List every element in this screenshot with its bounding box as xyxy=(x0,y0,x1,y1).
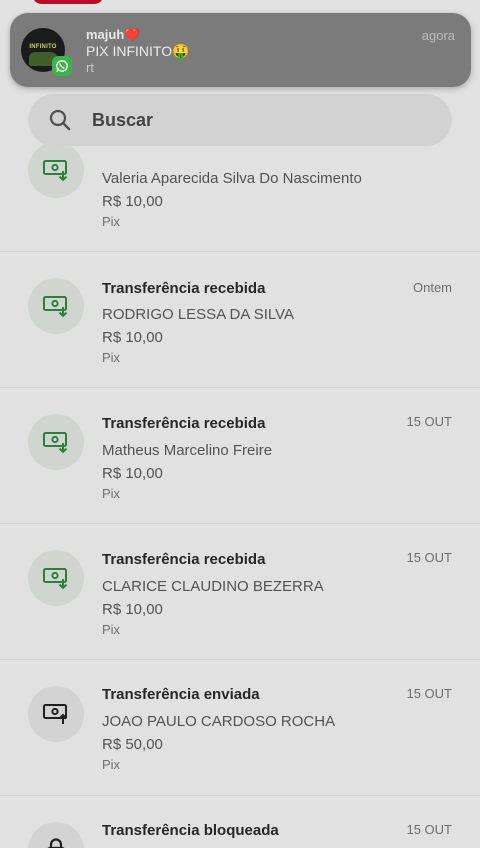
transaction-method: Pix xyxy=(102,350,121,365)
money-received-icon xyxy=(43,160,68,182)
avatar-logo-text: INFINITO xyxy=(29,44,57,50)
transaction-item[interactable]: Transferência bloqueada 15 OUT xyxy=(0,796,480,848)
transaction-amount: R$ 10,00 xyxy=(102,465,163,482)
transaction-method: Pix xyxy=(102,622,121,637)
transaction-date: 15 OUT xyxy=(406,822,452,837)
transaction-name: Valeria Aparecida Silva Do Nascimento xyxy=(102,170,362,187)
transaction-icon-circle xyxy=(28,142,84,198)
transaction-date: 15 OUT xyxy=(406,686,452,701)
transaction-icon-circle xyxy=(28,822,84,848)
transaction-icon-circle xyxy=(28,550,84,606)
transaction-amount: R$ 50,00 xyxy=(102,736,163,753)
status-bar-icons xyxy=(374,0,464,4)
notification-message: PIX INFINITO🤑 xyxy=(86,43,190,59)
transaction-icon-circle xyxy=(28,686,84,742)
money-received-icon xyxy=(43,568,68,590)
transaction-item[interactable]: Transferência recebida 15 OUT CLARICE CL… xyxy=(0,524,480,660)
search-icon xyxy=(49,109,71,131)
transaction-name: Matheus Marcelino Freire xyxy=(102,442,273,459)
transactions-screen: Buscar Valeria Aparecida Silva Do Nascim… xyxy=(0,0,480,848)
transaction-title: Transferência recebida xyxy=(102,280,266,297)
transaction-amount: R$ 10,00 xyxy=(102,329,163,346)
lock-icon xyxy=(47,838,65,848)
transaction-name: CLARICE CLAUDINO BEZERRA xyxy=(102,578,324,595)
notification-preview: rt xyxy=(86,60,94,75)
notification-banner[interactable]: INFINITO majuh❤️ PIX INFINITO🤑 rt agora xyxy=(10,13,471,87)
transaction-item[interactable]: Transferência recebida Ontem RODRIGO LES… xyxy=(0,252,480,388)
transaction-amount: R$ 10,00 xyxy=(102,601,163,618)
notification-sender: majuh❤️ xyxy=(86,27,141,42)
transaction-title: Transferência bloqueada xyxy=(102,822,279,839)
transaction-date: 15 OUT xyxy=(406,414,452,429)
transaction-date: Ontem xyxy=(412,280,452,295)
transaction-title: Transferência enviada xyxy=(102,686,260,703)
money-received-icon xyxy=(43,432,68,454)
transaction-method: Pix xyxy=(102,757,121,772)
transaction-method: Pix xyxy=(102,486,121,501)
transaction-item[interactable]: Transferência enviada 15 OUT JOAO PAULO … xyxy=(0,660,480,796)
notification-time: agora xyxy=(421,28,455,43)
search-input[interactable]: Buscar xyxy=(92,94,432,146)
transaction-name: RODRIGO LESSA DA SILVA xyxy=(102,306,295,323)
transaction-amount: R$ 10,00 xyxy=(102,193,163,210)
transaction-item[interactable]: Transferência recebida 15 OUT Matheus Ma… xyxy=(0,388,480,524)
money-sent-icon xyxy=(43,704,68,724)
transaction-method: Pix xyxy=(102,214,121,229)
transaction-title: Transferência recebida xyxy=(102,415,266,432)
money-received-icon xyxy=(43,296,68,318)
transaction-date: 15 OUT xyxy=(406,550,452,565)
transaction-title: Transferência recebida xyxy=(102,551,266,568)
transaction-name: JOAO PAULO CARDOSO ROCHA xyxy=(102,713,336,730)
transaction-icon-circle xyxy=(28,414,84,470)
whatsapp-icon xyxy=(52,56,72,76)
status-indicator xyxy=(32,0,104,4)
search-bar[interactable]: Buscar xyxy=(28,94,452,146)
transaction-icon-circle xyxy=(28,278,84,334)
